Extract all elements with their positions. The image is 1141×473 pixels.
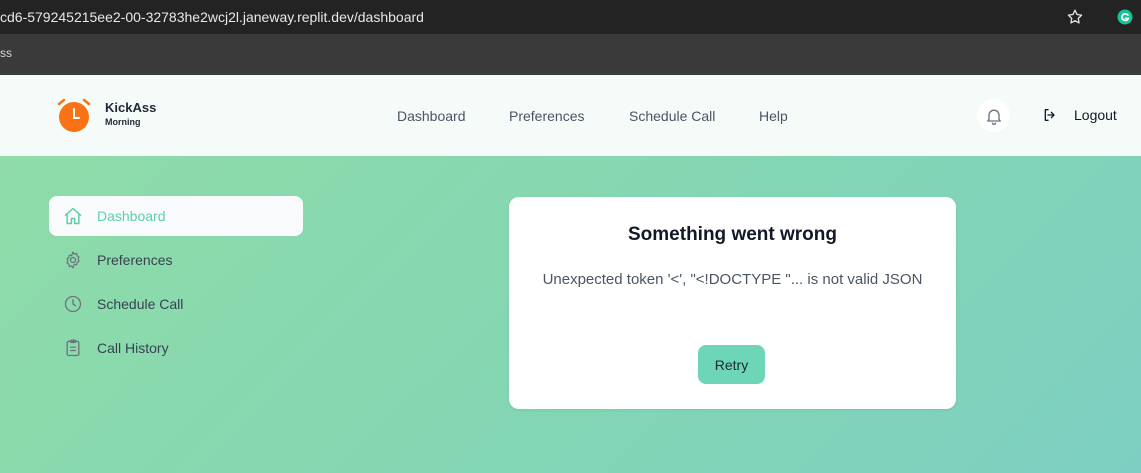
sidebar-item-label: Dashboard — [97, 208, 166, 224]
error-card: Something went wrong Unexpected token '<… — [509, 197, 956, 409]
retry-button[interactable]: Retry — [698, 345, 765, 384]
nav-preferences[interactable]: Preferences — [509, 108, 584, 124]
logout-button[interactable]: Logout — [1074, 107, 1117, 123]
sidebar-item-label: Preferences — [97, 252, 173, 268]
nav-schedule-call[interactable]: Schedule Call — [629, 108, 715, 124]
logo-subtitle: Morning — [105, 117, 141, 127]
logout-icon[interactable] — [1042, 107, 1058, 123]
notifications-button[interactable] — [977, 99, 1010, 132]
bell-icon — [986, 109, 1001, 125]
sidebar-item-label: Call History — [97, 340, 169, 356]
browser-url-bar[interactable]: cd6-579245215ee2-00-32783he2wcj2l.janewa… — [0, 0, 1141, 34]
grammarly-extension-icon[interactable] — [1116, 8, 1134, 26]
sidebar-item-label: Schedule Call — [97, 296, 184, 312]
nav-dashboard[interactable]: Dashboard — [397, 108, 466, 124]
sidebar-item-preferences[interactable]: Preferences — [49, 240, 303, 280]
alarm-clock-logo-icon[interactable] — [55, 98, 93, 134]
logo-title[interactable]: KickAss — [105, 100, 156, 115]
bookmark-star-icon[interactable] — [1066, 8, 1084, 26]
error-title: Something went wrong — [628, 224, 837, 245]
sidebar-item-dashboard[interactable]: Dashboard — [49, 196, 303, 236]
clipboard-icon — [66, 339, 80, 357]
bookmarks-bar: ss — [0, 34, 1141, 75]
sidebar-item-schedule-call[interactable]: Schedule Call — [49, 284, 303, 324]
nav-help[interactable]: Help — [759, 108, 788, 124]
error-message: Unexpected token '<', "<!DOCTYPE "... is… — [542, 271, 923, 288]
clock-icon — [64, 295, 82, 313]
home-icon — [64, 207, 82, 225]
gear-icon — [66, 251, 80, 269]
url-text[interactable]: cd6-579245215ee2-00-32783he2wcj2l.janewa… — [0, 9, 424, 25]
bookmark-item[interactable]: ss — [0, 46, 12, 60]
sidebar-item-call-history[interactable]: Call History — [49, 328, 303, 368]
